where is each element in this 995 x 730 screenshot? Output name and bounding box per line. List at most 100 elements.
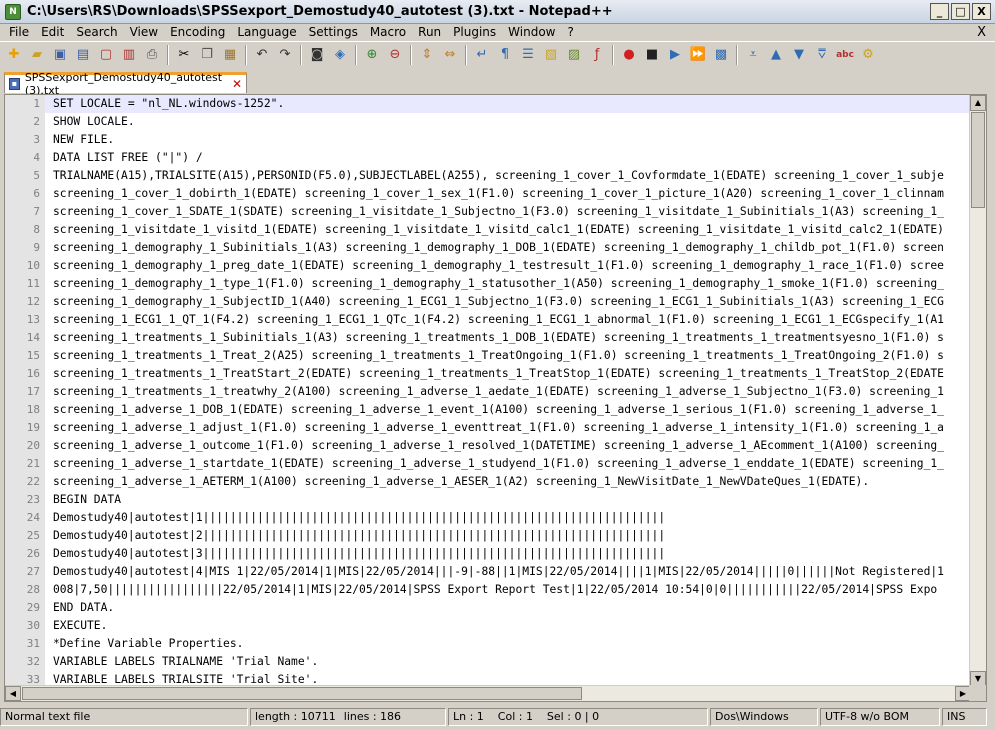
code-line[interactable]: SHOW LOCALE. [45, 113, 971, 131]
menu-encoding[interactable]: Encoding [164, 24, 231, 41]
paste-icon[interactable]: ▦ [220, 45, 240, 65]
new-file-icon[interactable]: ✚ [4, 45, 24, 65]
code-line[interactable]: screening_1_demography_1_SubjectID_1(A40… [45, 293, 971, 311]
tab-spssexport-file[interactable]: ▪ SPSSexport_Demostudy40_autotest (3).tx… [4, 71, 247, 97]
vertical-scrollbar[interactable]: ▲ ▼ [969, 95, 986, 687]
replace-icon[interactable]: ◈ [330, 45, 350, 65]
code-line[interactable]: screening_1_demography_1_preg_date_1(EDA… [45, 257, 971, 275]
menu-view[interactable]: View [124, 24, 164, 41]
zoom-in-icon[interactable]: ⊕ [362, 45, 382, 65]
menu-search[interactable]: Search [70, 24, 123, 41]
code-line[interactable]: *Define Variable Properties. [45, 635, 971, 653]
horizontal-scroll-thumb[interactable] [22, 687, 582, 700]
stop-macro-icon[interactable]: ■ [642, 45, 662, 65]
down-icon[interactable]: ▼ [789, 45, 809, 65]
menu-file[interactable]: File [0, 24, 35, 41]
save-icon[interactable]: ▣ [50, 45, 70, 65]
code-line[interactable]: screening_1_cover_1_dobirth_1(EDATE) scr… [45, 185, 971, 203]
run-macro-multiple-icon[interactable]: ⏩ [688, 45, 708, 65]
code-line[interactable]: DATA LIST FREE ("|") / [45, 149, 971, 167]
zoom-out-icon[interactable]: ⊖ [385, 45, 405, 65]
tab-close-icon[interactable]: ✕ [232, 77, 242, 91]
record-macro-icon[interactable]: ● [619, 45, 639, 65]
horizontal-scrollbar[interactable]: ◀ ▶ [5, 685, 971, 701]
line-number: 13 [26, 313, 40, 326]
code-line[interactable]: screening_1_adverse_1_DOB_1(EDATE) scree… [45, 401, 971, 419]
code-line[interactable]: screening_1_treatments_1_Subinitials_1(A… [45, 329, 971, 347]
menu-macro[interactable]: Macro [364, 24, 412, 41]
sync-horizontal-icon[interactable]: ⇔ [440, 45, 460, 65]
text-editor[interactable]: 1 2 3 4 5 6 7 8 9 10 11 12 13 14 15 16 17 18 19 20 21 22 23 24 2… [4, 94, 987, 702]
code-line[interactable]: NEW FILE. [45, 131, 971, 149]
menu-language[interactable]: Language [231, 24, 302, 41]
code-line[interactable]: screening_1_adverse_1_AETERM_1(A100) scr… [45, 473, 971, 491]
find-icon[interactable]: ◙ [307, 45, 327, 65]
code-line[interactable]: screening_1_demography_1_type_1(F1.0) sc… [45, 275, 971, 293]
code-line[interactable]: SET LOCALE = "nl_NL.windows-1252". [45, 95, 971, 113]
code-line[interactable]: screening_1_ECG1_1_QT_1(F4.2) screening_… [45, 311, 971, 329]
maximize-button[interactable]: □ [951, 3, 970, 20]
indent-guide-icon[interactable]: ☰ [518, 45, 538, 65]
scroll-up-icon[interactable]: ▲ [970, 95, 986, 111]
code-line[interactable]: screening_1_treatments_1_TreatStart_2(ED… [45, 365, 971, 383]
menu-plugins[interactable]: Plugins [447, 24, 502, 41]
print-icon[interactable]: ⎙ [142, 45, 162, 65]
close-window-button[interactable]: X [972, 3, 991, 20]
open-file-icon[interactable]: ▰ [27, 45, 47, 65]
save-all-icon[interactable]: ▤ [73, 45, 93, 65]
code-line[interactable]: BEGIN DATA [45, 491, 971, 509]
code-line[interactable]: Demostudy40|autotest|4|MIS 1|22/05/2014|… [45, 563, 971, 581]
undo-icon[interactable]: ↶ [252, 45, 272, 65]
copy-icon[interactable]: ❐ [197, 45, 217, 65]
word-wrap-icon[interactable]: ↵ [472, 45, 492, 65]
code-line[interactable]: screening_1_adverse_1_outcome_1(F1.0) sc… [45, 437, 971, 455]
code-line[interactable]: END DATA. [45, 599, 971, 617]
redo-icon[interactable]: ↷ [275, 45, 295, 65]
code-line[interactable]: 008|7,50|||||||||||||||||22/05/2014|1|MI… [45, 581, 971, 599]
menu-edit[interactable]: Edit [35, 24, 70, 41]
code-line[interactable]: screening_1_adverse_1_adjust_1(F1.0) scr… [45, 419, 971, 437]
status-length: length : 10711 [255, 710, 336, 723]
code-line[interactable]: Demostudy40|autotest|2||||||||||||||||||… [45, 527, 971, 545]
code-line[interactable]: screening_1_visitdate_1_visitd_1(EDATE) … [45, 221, 971, 239]
play-macro-icon[interactable]: ▶ [665, 45, 685, 65]
sync-vertical-icon[interactable]: ⇕ [417, 45, 437, 65]
code-line[interactable]: screening_1_adverse_1_startdate_1(EDATE)… [45, 455, 971, 473]
plugin-icon[interactable]: ⚙ [858, 45, 878, 65]
up-icon[interactable]: ▲ [766, 45, 786, 65]
code-area[interactable]: SET LOCALE = "nl_NL.windows-1252". SHOW L… [45, 95, 971, 687]
user-language-icon[interactable]: ▧ [541, 45, 561, 65]
code-line[interactable]: Demostudy40|autotest|3||||||||||||||||||… [45, 545, 971, 563]
save-macro-icon[interactable]: ▩ [711, 45, 731, 65]
toolbar-separator [245, 44, 247, 65]
function-list-icon[interactable]: ƒ [587, 45, 607, 65]
close-icon[interactable]: ▢ [96, 45, 116, 65]
code-line[interactable]: TRIALNAME(A15),TRIALSITE(A15),PERSONID(F… [45, 167, 971, 185]
close-all-icon[interactable]: ▥ [119, 45, 139, 65]
vertical-scroll-thumb[interactable] [971, 112, 985, 208]
spellcheck-icon[interactable]: abc [835, 45, 855, 65]
menu-bar: File Edit Search View Encoding Language … [0, 24, 995, 41]
code-line[interactable]: Demostudy40|autotest|1||||||||||||||||||… [45, 509, 971, 527]
code-line[interactable]: screening_1_cover_1_SDATE_1(SDATE) scree… [45, 203, 971, 221]
code-line[interactable]: screening_1_treatments_1_Treat_2(A25) sc… [45, 347, 971, 365]
toolbar-separator [612, 44, 614, 65]
unfold-all-icon[interactable]: ⩢ [812, 45, 832, 65]
doc-map-icon[interactable]: ▨ [564, 45, 584, 65]
code-line[interactable]: VARIABLE LABELS TRIALNAME 'Trial Name'. [45, 653, 971, 671]
minimize-button[interactable]: _ [930, 3, 949, 20]
cut-icon[interactable]: ✂ [174, 45, 194, 65]
show-all-chars-icon[interactable]: ¶ [495, 45, 515, 65]
menu-run[interactable]: Run [412, 24, 447, 41]
code-line[interactable]: screening_1_treatments_1_treatwhy_2(A100… [45, 383, 971, 401]
menu-settings[interactable]: Settings [303, 24, 364, 41]
code-line[interactable]: screening_1_demography_1_Subinitials_1(A… [45, 239, 971, 257]
line-number: 3 [33, 133, 40, 146]
scroll-left-icon[interactable]: ◀ [5, 686, 21, 701]
fold-all-icon[interactable]: ⩡ [743, 45, 763, 65]
status-cursor-position: Ln : 1 Col : 1 Sel : 0 | 0 [448, 708, 708, 726]
close-document-button[interactable]: X [977, 24, 986, 41]
code-line[interactable]: EXECUTE. [45, 617, 971, 635]
menu-help[interactable]: ? [561, 24, 579, 41]
menu-window[interactable]: Window [502, 24, 561, 41]
